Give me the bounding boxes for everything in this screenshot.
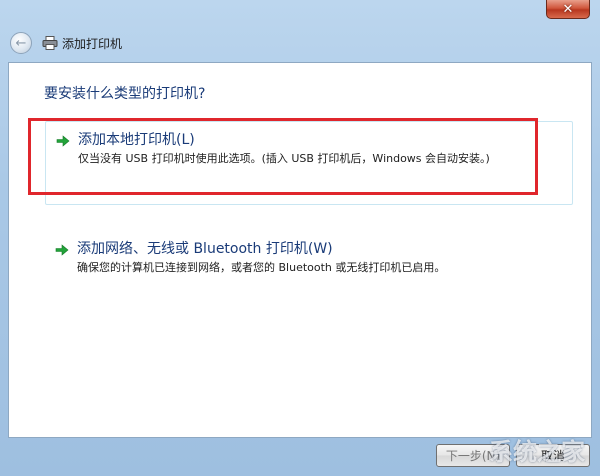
close-button[interactable]: ✕ (546, 0, 590, 19)
close-icon: ✕ (562, 1, 574, 17)
printer-icon (42, 36, 58, 50)
watermark-logo: 系统之家 (489, 437, 585, 466)
title-bar: ← 添加打印机 (0, 22, 600, 62)
option-title: 添加网络、无线或 Bluetooth 打印机(W) (77, 241, 333, 257)
red-highlight-annotation (28, 118, 538, 195)
back-arrow-icon: ← (15, 35, 27, 51)
green-arrow-icon (55, 244, 69, 256)
add-network-printer-option[interactable]: 添加网络、无线或 Bluetooth 打印机(W) 确保您的计算机已连接到网络，… (45, 231, 573, 291)
back-button[interactable]: ← (10, 32, 32, 54)
add-printer-window: ✕ ← 添加打印机 要安装什么类型的打印机? 添加本地打印机(L) 仅当没有 U… (0, 0, 600, 476)
window-title: 添加打印机 (62, 37, 123, 51)
option-description: 确保您的计算机已连接到网络，或者您的 Bluetooth 或无线打印机已启用。 (77, 261, 446, 274)
page-heading: 要安装什么类型的打印机? (44, 86, 206, 102)
